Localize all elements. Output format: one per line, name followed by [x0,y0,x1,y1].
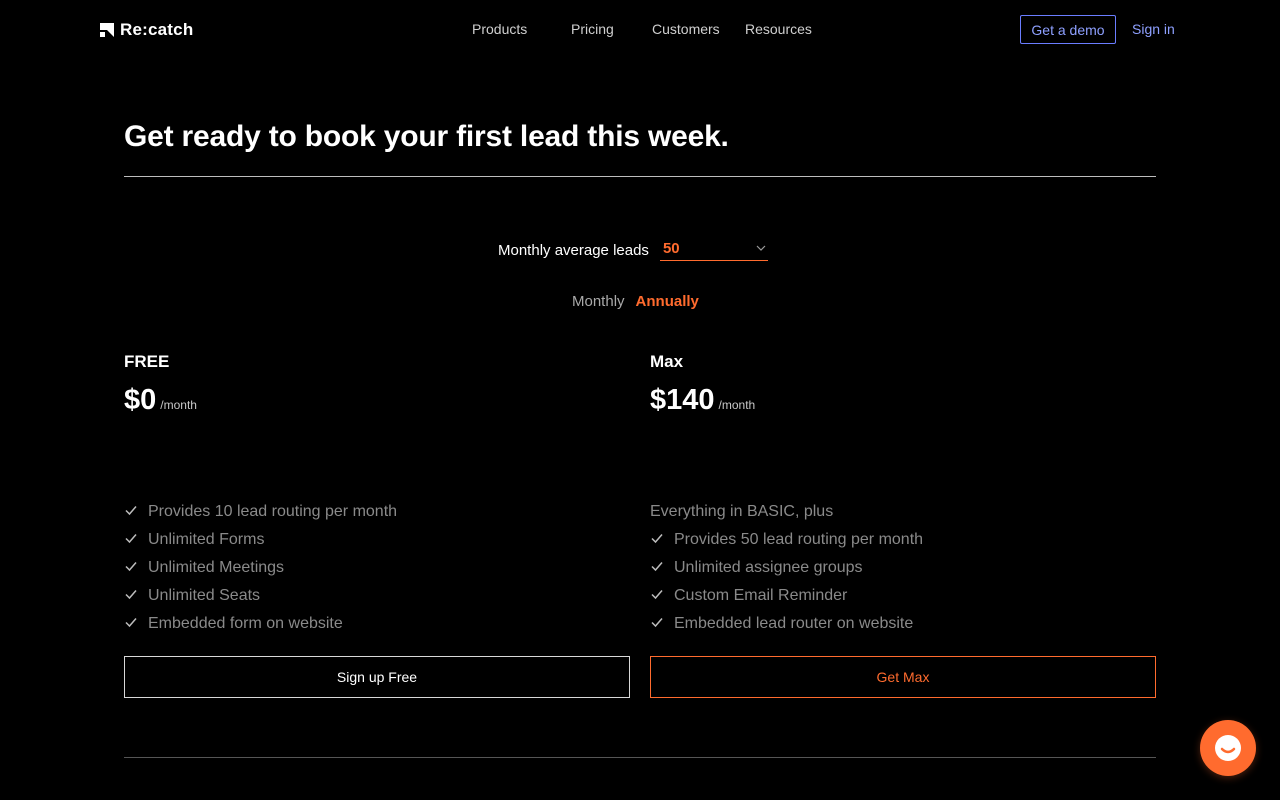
nav-resources[interactable]: Resources [745,21,812,37]
page-title: Get ready to book your first lead this w… [124,120,729,153]
plan-price: $140 [650,384,715,416]
check-icon [125,590,137,600]
sign-in-link[interactable]: Sign in [1132,21,1175,37]
max-feature-list: Everything in BASIC, plus Provides 50 le… [650,498,1156,638]
plan-price: $0 [124,384,157,416]
sign-up-free-button[interactable]: Sign up Free [124,656,630,698]
check-icon [125,562,137,572]
plan-name: Max [650,352,684,371]
section-divider [124,757,1156,758]
price-row: $0 /month [124,384,630,417]
check-icon [125,618,137,628]
plan-free-card: FREE $0 /month [124,352,630,417]
free-feature-list: Provides 10 lead routing per month Unlim… [124,498,630,638]
check-icon [651,534,663,544]
check-icon [125,534,137,544]
feature-item: Unlimited Forms [124,526,630,554]
get-max-button[interactable]: Get Max [650,656,1156,698]
billing-toggle: Monthly Annually [572,293,699,310]
plan-name: FREE [124,352,170,371]
price-row: $140 /month [650,384,1156,417]
title-divider [124,176,1156,177]
feature-item: Provides 10 lead routing per month [124,498,630,526]
feature-item: Unlimited Meetings [124,554,630,582]
price-period: /month [718,398,756,412]
top-nav: Re:catch Products Pricing Customers Reso… [0,0,1280,60]
brand-name: Re:catch [120,20,194,39]
feature-item: Unlimited assignee groups [650,554,1156,582]
check-icon [651,618,663,628]
plan-max-card: Max $140 /month [650,352,1156,417]
leads-value: 50 [662,240,680,257]
feature-item: Provides 50 lead routing per month [650,526,1156,554]
brand-logo[interactable]: Re:catch [100,19,193,41]
feature-item: Embedded form on website [124,610,630,638]
billing-monthly-option[interactable]: Monthly [572,293,625,310]
feature-item: Embedded lead router on website [650,610,1156,638]
check-icon [651,590,663,600]
get-demo-button[interactable]: Get a demo [1020,15,1116,44]
price-period: /month [160,398,197,412]
feature-item: Custom Email Reminder [650,582,1156,610]
recatch-logo-icon [100,23,114,37]
nav-products[interactable]: Products [472,21,527,37]
chevron-down-icon [756,245,766,251]
chat-bubble-icon [1215,735,1241,761]
feature-item: Unlimited Seats [124,582,630,610]
nav-pricing[interactable]: Pricing [571,21,614,37]
billing-annually-option[interactable]: Annually [636,293,699,310]
feature-intro: Everything in BASIC, plus [650,503,834,520]
check-icon [651,562,663,572]
check-icon [125,506,137,516]
leads-selector-row: Monthly average leads 50 [498,239,768,261]
chat-launcher-button[interactable] [1200,720,1256,776]
nav-customers[interactable]: Customers [652,21,720,37]
leads-label: Monthly average leads [498,241,649,259]
leads-dropdown[interactable]: 50 [659,239,768,261]
